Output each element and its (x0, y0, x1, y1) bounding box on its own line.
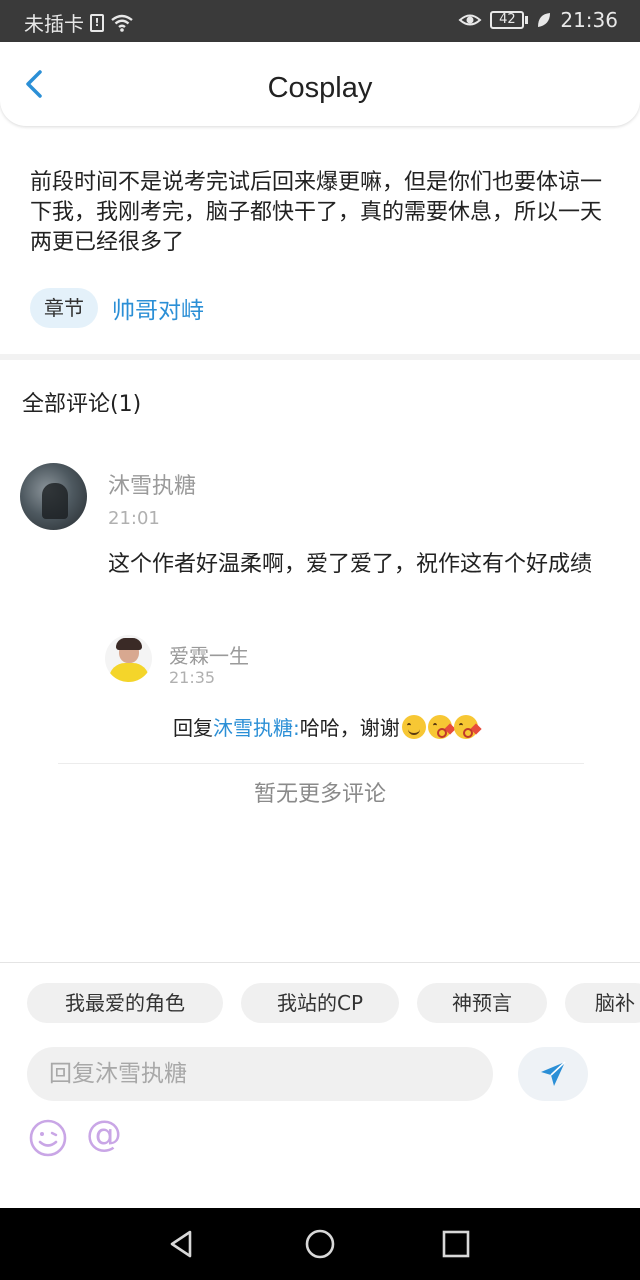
post-body: 前段时间不是说考完试后回来爆更嘛，但是你们也要体谅一下我，我刚考完，脑子都快干了… (30, 170, 603, 255)
avatar[interactable] (20, 463, 87, 530)
reply-prefix: 回复 (173, 716, 213, 740)
comment-time: 21:01 (108, 508, 160, 529)
section-divider (0, 354, 640, 360)
battery-level: 42 (490, 11, 525, 29)
triangle-back-icon (170, 1230, 192, 1258)
chapter-row: 章节 帅哥对峙 (30, 288, 204, 328)
reply-time: 21:35 (169, 668, 216, 687)
paper-plane-icon (541, 1061, 566, 1086)
comment-username[interactable]: 沐雪执糖 (108, 468, 196, 500)
reply-panel: 我最爱的角色 我站的CP 神预言 脑补 @ (0, 962, 640, 1208)
kiss-emoji-icon (427, 714, 456, 739)
square-recents-icon (442, 1230, 470, 1258)
status-right: 42 21:36 (458, 8, 618, 32)
reply-input[interactable] (27, 1047, 493, 1101)
wifi-icon (111, 14, 133, 32)
status-bar: 未插卡 ! 42 21:36 (0, 0, 640, 42)
leaf-icon (538, 13, 551, 27)
page-title: Cosplay (267, 72, 373, 104)
status-left: 未插卡 ! (24, 8, 134, 37)
sim-alert-icon: ! (90, 13, 104, 32)
comment-text[interactable]: 这个作者好温柔啊，爱了爱了，祝作这有个好成绩 (108, 546, 628, 584)
chip-prophecy[interactable]: 神预言 (417, 983, 547, 1023)
chip-imagination[interactable]: 脑补 (565, 983, 640, 1023)
no-more-comments: 暂无更多评论 (253, 782, 386, 807)
divider (58, 763, 584, 764)
system-nav-bar (0, 1208, 640, 1280)
chip-favorite-character[interactable]: 我最爱的角色 (27, 983, 223, 1023)
chapter-link[interactable]: 帅哥对峙 (112, 291, 204, 325)
chapter-tag: 章节 (30, 288, 98, 328)
eye-comfort-icon (458, 14, 482, 26)
smile-emoji-icon (401, 714, 426, 739)
mention-button[interactable]: @ (86, 1113, 122, 1157)
chip-my-cp[interactable]: 我站的CP (241, 983, 399, 1023)
emoji-button[interactable] (28, 1118, 68, 1158)
comments-header: 全部评论(1) (22, 392, 142, 417)
reply-username[interactable]: 爱霖一生 (169, 640, 249, 669)
smiley-icon (29, 1119, 67, 1157)
reply-text[interactable]: 回复 沐雪执糖: 哈哈，谢谢 (173, 712, 482, 741)
top-header: Cosplay (0, 42, 640, 126)
reply-body: 哈哈，谢谢 (299, 716, 400, 740)
battery-icon: 42 (490, 11, 529, 29)
topic-chips: 我最爱的角色 我站的CP 神预言 脑补 (27, 983, 640, 1023)
circle-home-icon (305, 1229, 335, 1259)
send-button[interactable] (518, 1047, 588, 1101)
nav-back-button[interactable] (166, 1228, 198, 1260)
nav-recents-button[interactable] (440, 1228, 472, 1260)
clock: 21:36 (560, 8, 618, 32)
reply-avatar[interactable] (105, 635, 152, 682)
nav-home-button[interactable] (304, 1228, 336, 1260)
kiss-emoji-icon (453, 714, 482, 739)
carrier-text: 未插卡 (24, 12, 84, 36)
reply-mention[interactable]: 沐雪执糖: (213, 712, 300, 741)
at-icon: @ (86, 1114, 122, 1155)
